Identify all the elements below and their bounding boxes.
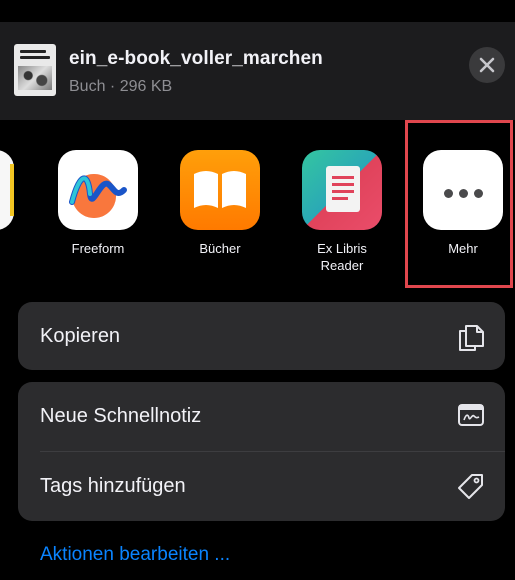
file-name: ein_e-book_voller_marchen (69, 48, 323, 69)
ex-libris-reader-icon (302, 150, 382, 230)
copy-label: Kopieren (40, 325, 121, 347)
add-tags-action[interactable]: Tags hinzufügen (18, 452, 505, 521)
add-tags-label: Tags hinzufügen (40, 475, 186, 497)
share-sheet: ein_e-book_voller_marchen Buch · 296 KB … (0, 0, 515, 580)
file-meta: Buch · 296 KB (69, 78, 173, 95)
app-share-row: Freeform Bücher Ex Libris Reader Mehr (0, 120, 515, 290)
app-label: Freeform (71, 241, 125, 256)
copy-action[interactable]: Kopieren (18, 302, 505, 370)
copy-icon (457, 322, 485, 357)
book-thumbnail (14, 44, 56, 96)
books-icon (180, 150, 260, 230)
quick-note-icon (457, 402, 485, 433)
app-icon-partial[interactable] (0, 150, 14, 230)
share-header: ein_e-book_voller_marchen Buch · 296 KB (0, 22, 515, 120)
app-books[interactable]: Bücher (175, 150, 265, 257)
quick-note-action[interactable]: Neue Schnellnotiz (18, 382, 505, 452)
app-freeform[interactable]: Freeform (53, 150, 143, 257)
tag-icon (455, 472, 485, 507)
close-icon (479, 57, 495, 73)
app-label: Ex Libris Reader (317, 241, 367, 273)
thumb-title-line (20, 50, 46, 53)
freeform-icon (58, 150, 138, 230)
thumb-artwork (18, 66, 52, 90)
status-strip (0, 0, 515, 22)
thumb-title-line (20, 56, 50, 59)
edit-actions-link[interactable]: Aktionen bearbeiten ... (40, 544, 230, 566)
actions-group: Neue Schnellnotiz Tags hinzufügen (18, 382, 505, 521)
close-button[interactable] (469, 47, 505, 83)
app-label: Bücher (199, 241, 241, 256)
more-highlight-frame (405, 120, 513, 288)
app-ex-libris-reader[interactable]: Ex Libris Reader (297, 150, 387, 274)
quick-note-label: Neue Schnellnotiz (40, 405, 202, 427)
copy-group: Kopieren (18, 302, 505, 370)
